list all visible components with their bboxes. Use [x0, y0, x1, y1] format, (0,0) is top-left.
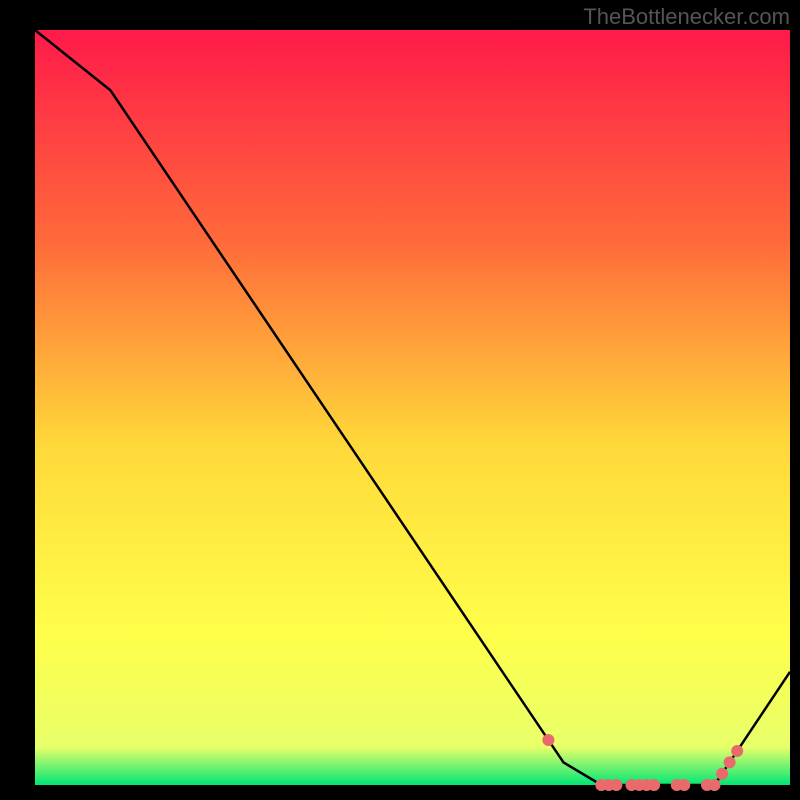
watermark-text: TheBottlenecker.com	[583, 4, 790, 30]
bottleneck-chart	[0, 0, 800, 800]
data-marker	[678, 779, 690, 791]
data-marker	[716, 768, 728, 780]
chart-container: TheBottlenecker.com	[0, 0, 800, 800]
data-marker	[724, 756, 736, 768]
data-marker	[709, 779, 721, 791]
data-marker	[610, 779, 622, 791]
data-marker	[542, 734, 554, 746]
plot-background	[35, 30, 790, 785]
data-marker	[731, 745, 743, 757]
data-marker	[648, 779, 660, 791]
